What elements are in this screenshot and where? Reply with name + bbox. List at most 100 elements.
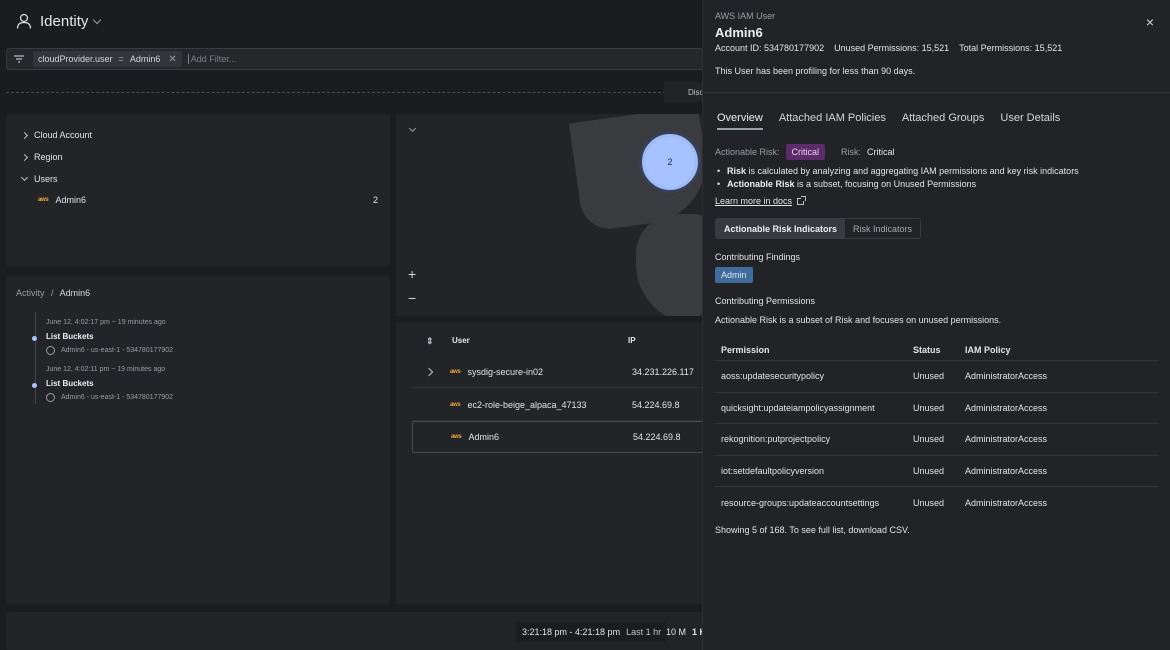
tab-attached-groups[interactable]: Attached Groups [902, 112, 985, 130]
filter-value: Admin6 [129, 54, 161, 64]
discover-button[interactable]: Disc [664, 82, 704, 102]
chevron-down-icon[interactable] [408, 124, 417, 133]
event-meta-text: Admin6 - us-east-1 - 534780177902 [61, 347, 174, 354]
cell-user: Admin6 [468, 432, 499, 442]
event-name: List Buckets [46, 332, 94, 341]
risk-summary: Actionable Risk: Critical Risk: Critical [715, 144, 895, 160]
tree-item-label: Cloud Account [34, 130, 93, 140]
sort-icon[interactable]: ⇕ [426, 336, 434, 347]
tree-item-users[interactable]: Users [20, 173, 58, 184]
map-panel[interactable]: 2 + − [396, 114, 702, 316]
permissions-note: Actionable Risk is a subset of Risk and … [715, 315, 1002, 325]
cell-permission: iot:setdefaultpolicyversion [721, 466, 825, 477]
bullet-bold: Actionable Risk [727, 178, 795, 189]
cell-status: Unused [913, 434, 945, 445]
tree-item-admin6[interactable]: aws Admin6 [38, 195, 86, 205]
event-name: List Buckets [46, 379, 94, 388]
event-meta: Admin6 - us-east-1 - 534780177902 [46, 393, 173, 402]
risk-bullet: Risk is calculated by analyzing and aggr… [717, 165, 1079, 178]
breadcrumb-current: Admin6 [59, 288, 91, 298]
close-icon[interactable]: × [1146, 14, 1154, 30]
add-filter-input[interactable]: Add Filter... [187, 54, 236, 64]
bullet-text: is calculated by analyzing and aggregati… [746, 166, 1079, 176]
breadcrumb-root[interactable]: Activity [16, 288, 45, 298]
table-row[interactable]: aws sysdig-secure-in02 34.231.226.117 [412, 356, 702, 388]
filter-icon[interactable] [13, 54, 25, 64]
table-row[interactable]: quicksight:updateiampolicyassignment Unu… [715, 391, 1159, 424]
entity-name: Admin6 [715, 25, 763, 40]
contributing-findings-label: Contributing Findings [715, 252, 801, 262]
app-title[interactable]: Identity [40, 13, 88, 30]
event-timestamp: June 12, 4:02:17 pm ~ 19 minutes ago [46, 319, 166, 326]
finding-chip[interactable]: Admin [715, 267, 753, 283]
learn-more-text: Learn more in docs [715, 196, 793, 206]
remove-filter-icon[interactable]: ✕ [168, 54, 176, 65]
cell-status: Unused [913, 402, 945, 413]
column-header-status[interactable]: Status [913, 345, 965, 355]
chevron-down-icon[interactable] [93, 15, 102, 24]
users-table-panel: ⇕ User IP aws sysdig-secure-in02 34.231.2… [396, 322, 702, 604]
breadcrumb-separator: / [51, 288, 54, 298]
permissions-table: Permission Status IAM Policy aoss:update… [715, 340, 1159, 518]
column-header-ip[interactable]: IP [628, 336, 636, 345]
column-header-permission[interactable]: Permission [715, 345, 913, 355]
table-row[interactable]: iot:setdefaultpolicyversion Unused Admin… [715, 454, 1159, 487]
tab-overview[interactable]: Overview [717, 112, 763, 130]
tree-item-count: 2 [372, 195, 378, 205]
external-link-icon [797, 195, 807, 205]
cell-ip: 34.231.226.117 [632, 366, 694, 377]
cell-permission: aoss:updatesecuritypolicy [721, 371, 825, 382]
tab-attached-iam-policies[interactable]: Attached IAM Policies [779, 112, 886, 130]
tree-item-region[interactable]: Region [20, 152, 63, 162]
chevron-right-icon[interactable] [424, 367, 434, 376]
cell-policy: AdministratorAccess [965, 371, 1048, 382]
risk-bullet: Actionable Risk is a subset, focusing on… [717, 178, 1079, 191]
time-bar: 3:21:18 pm - 4:21:18 pm Last 1 hr 10 M 1… [6, 612, 706, 650]
event-dot [32, 383, 37, 388]
chevron-right-icon [20, 153, 29, 161]
divider [703, 92, 1170, 93]
zoom-out-button[interactable]: − [408, 290, 416, 306]
time-zoom-10m[interactable]: 10 M [666, 627, 686, 637]
tree-item-label: Region [34, 152, 63, 162]
tab-user-details[interactable]: User Details [1000, 112, 1060, 130]
filter-key: cloudProvider.user [38, 54, 113, 64]
timeline-line [35, 312, 36, 404]
table-row-selected[interactable]: aws Admin6 54.224.69.8 [412, 421, 702, 453]
activity-event[interactable]: June 12, 4:02:17 pm ~ 19 minutes ago Lis… [32, 319, 173, 355]
table-row[interactable]: resource-groups:updateaccountsettings Un… [715, 486, 1159, 518]
tree-item-cloud-account[interactable]: Cloud Account [20, 130, 93, 140]
aws-icon: aws [38, 197, 49, 203]
cell-policy: AdministratorAccess [965, 402, 1048, 413]
event-meta-text: Admin6 - us-east-1 - 534780177902 [61, 394, 174, 401]
cell-permission: rekognition:putprojectpolicy [721, 434, 831, 445]
column-header-policy[interactable]: IAM Policy [965, 345, 1159, 355]
table-row[interactable]: aoss:updatesecuritypolicy Unused Adminis… [715, 360, 1159, 392]
filter-chip[interactable]: cloudProvider.user = Admin6 ✕ [33, 51, 182, 67]
filter-bar[interactable]: cloudProvider.user = Admin6 ✕ Add Filter… [6, 48, 706, 70]
table-row[interactable]: rekognition:putprojectpolicy Unused Admi… [715, 423, 1159, 455]
map-cluster-marker[interactable]: 2 [642, 134, 698, 190]
time-range-picker[interactable]: 3:21:18 pm - 4:21:18 pm Last 1 hr [516, 622, 668, 642]
activity-event[interactable]: June 12, 4:02:11 pm ~ 19 minutes ago Lis… [32, 366, 173, 402]
column-header-user[interactable]: User [452, 336, 470, 345]
event-meta: Admin6 - us-east-1 - 534780177902 [46, 346, 173, 355]
event-dot [32, 336, 37, 341]
table-header: Permission Status IAM Policy [715, 340, 1159, 360]
segment-risk-indicators[interactable]: Risk Indicators [845, 219, 920, 238]
time-range-text: 3:21:18 pm - 4:21:18 pm [522, 627, 621, 637]
segment-actionable-risk-indicators[interactable]: Actionable Risk Indicators [716, 219, 846, 238]
profiling-note: This User has been profiling for less th… [715, 66, 916, 76]
contributing-permissions-label: Contributing Permissions [715, 296, 816, 306]
learn-more-link[interactable]: Learn more in docs [715, 195, 807, 206]
aws-icon: aws [451, 434, 462, 440]
filter-operator: = [118, 54, 124, 64]
divider [6, 92, 666, 93]
table-row[interactable]: aws ec2-role-beige_alpaca_47133 54.224.69… [412, 389, 702, 421]
zoom-in-button[interactable]: + [408, 266, 416, 282]
actionable-risk-label: Actionable Risk: [715, 147, 780, 157]
actionable-risk-badge: Critical [785, 144, 826, 160]
tree-item-label: Admin6 [55, 195, 86, 205]
risk-label: Risk: [841, 147, 862, 157]
cell-policy: AdministratorAccess [965, 466, 1048, 477]
